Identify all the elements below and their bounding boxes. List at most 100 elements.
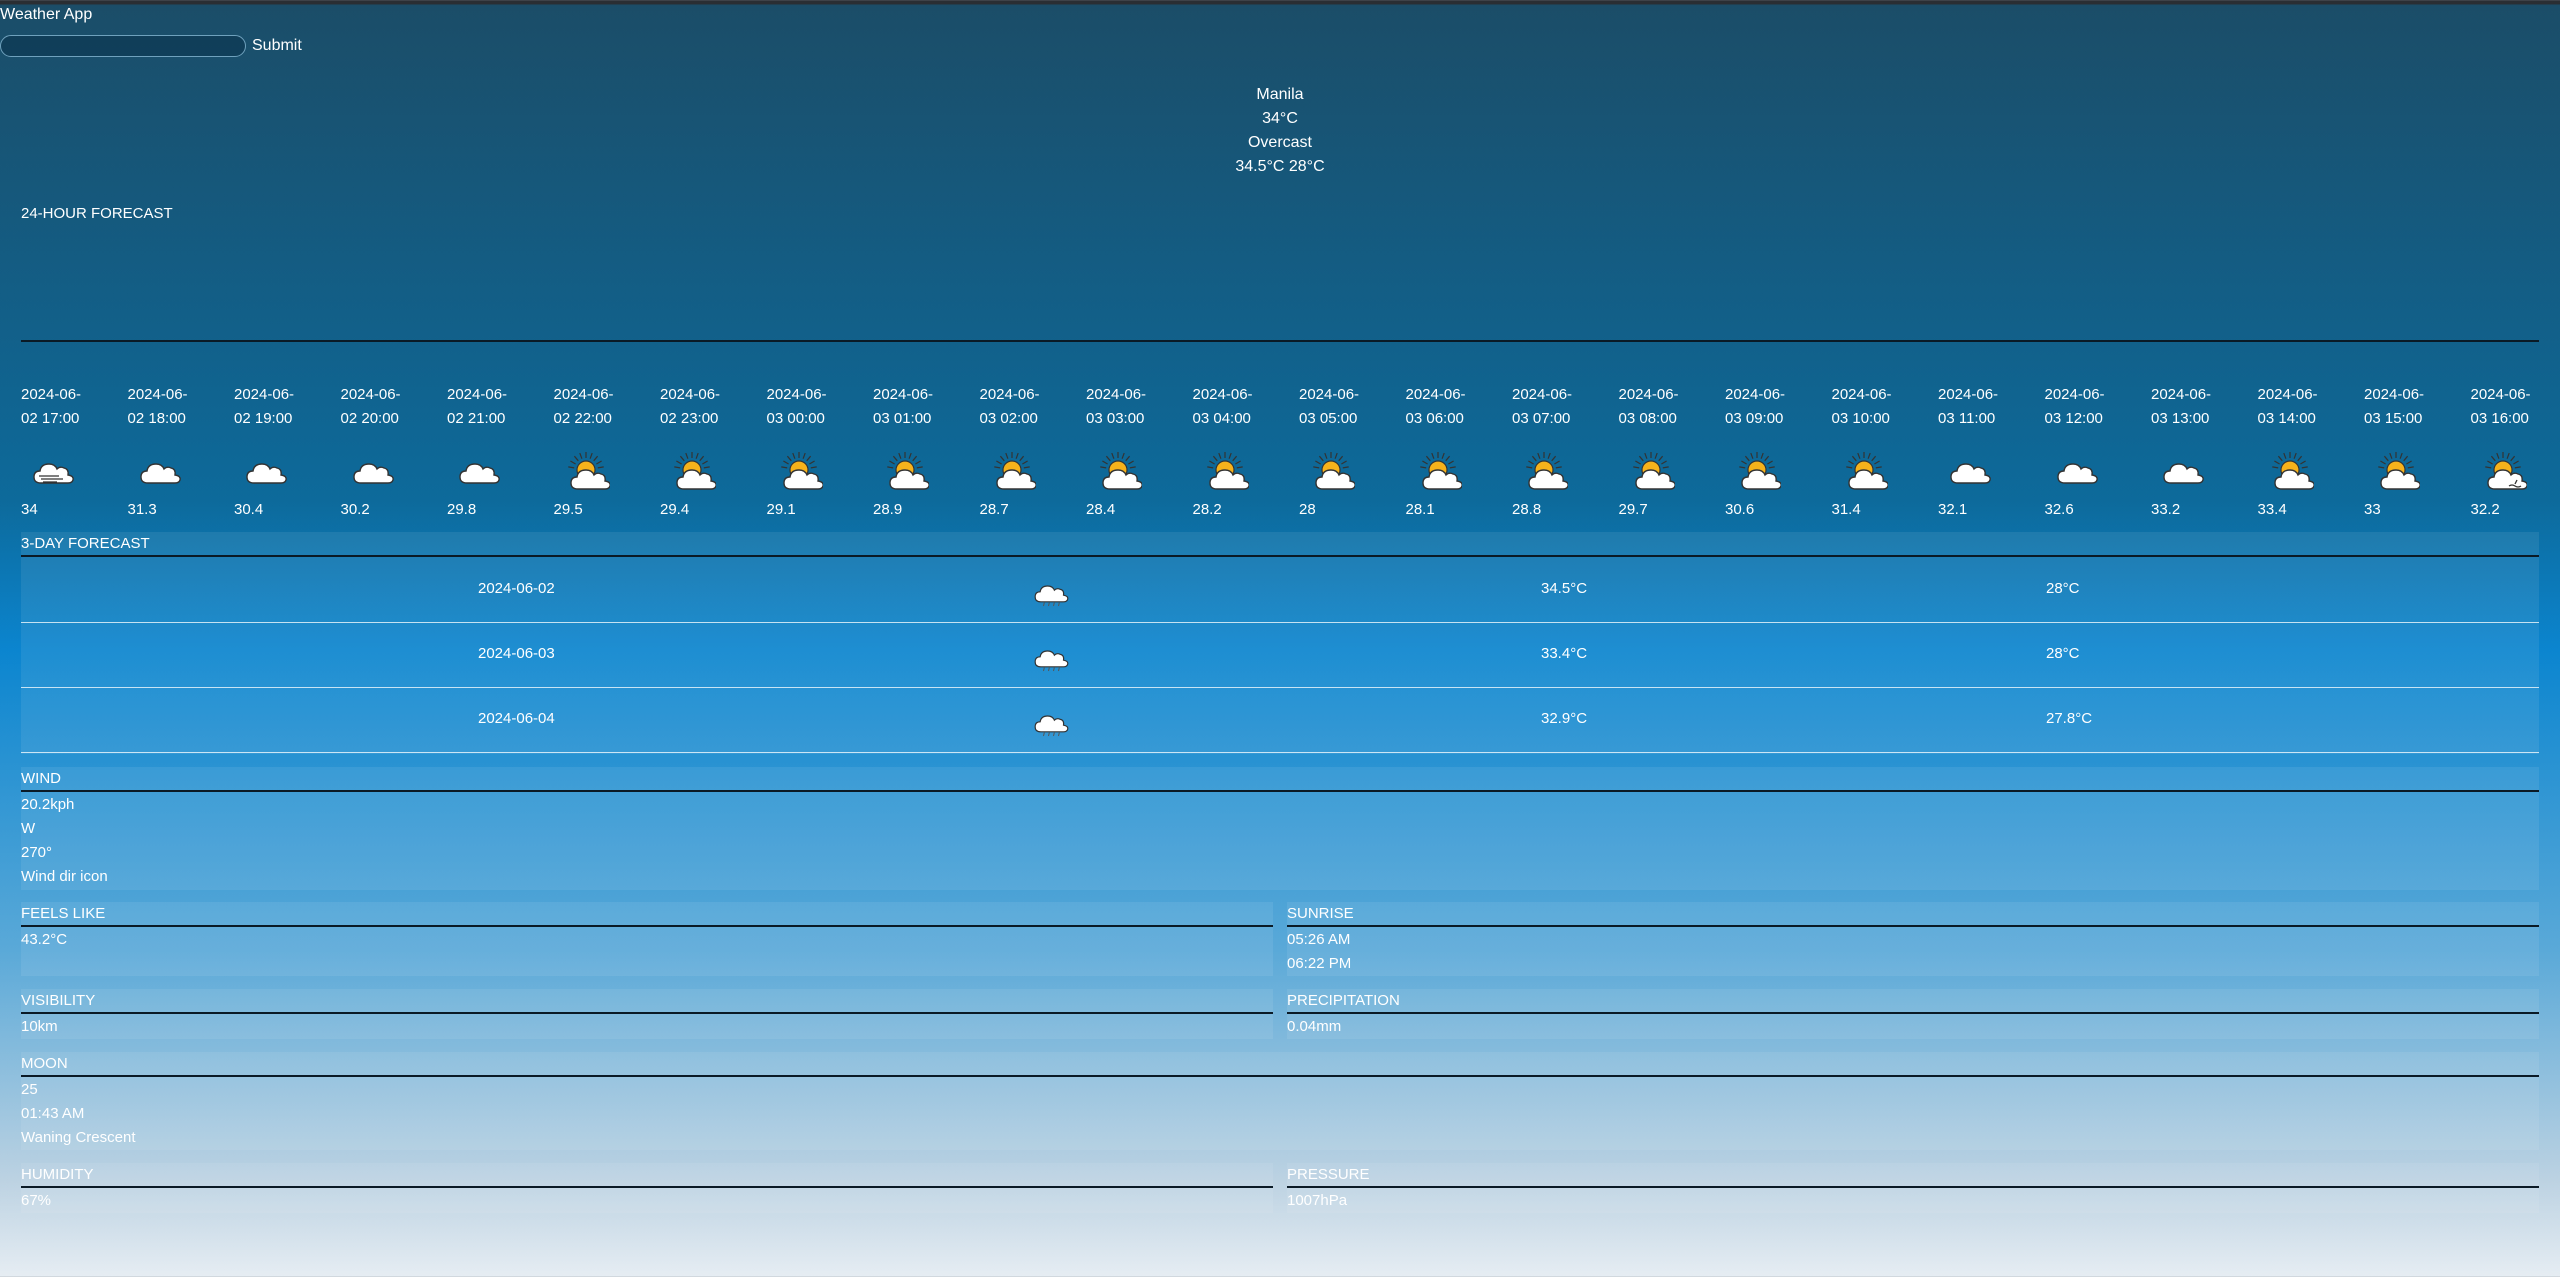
hour-temp: 33 [2364,501,2381,518]
feels-like-value: 43.2°C [21,931,68,948]
partly-cloudy-icon [1627,450,1676,490]
hour-date: 2024-06- [234,386,295,403]
divider [21,1075,2539,1077]
hourly-item: 2024-06- 03 10:00 31.4 [1831,383,1922,518]
feels-like-title: FEELS LIKE [21,905,106,922]
partly-cloudy-icon [881,450,930,490]
hourly-item: 2024-06- 03 08:00 29.7 [1619,383,1709,518]
daily-row: 2024-06-02 34.5°C 28°C [21,558,2539,623]
hourly-item: 2024-06- 03 15:00 33 [2364,383,2454,518]
hour-time: 02 21:00 [447,410,506,427]
partly-cloudy-icon [1307,450,1356,490]
wind-speed: 20.2kph [21,796,75,813]
hour-temp: 31.3 [127,501,157,518]
hour-temp: 28.4 [1086,501,1116,518]
hour-temp: 33.4 [2257,501,2287,518]
pressure-title: PRESSURE [1287,1166,1370,1183]
hour-date: 2024-06- [447,386,508,403]
hourly-item: 2024-06- 03 12:00 32.6 [2044,383,2135,518]
cloud-icon [2053,450,2101,490]
hour-date: 2024-06- [1512,386,1573,403]
hour-date: 2024-06- [127,386,188,403]
rain-cloud-icon [1031,704,1071,737]
wind-degree: 270° [21,844,53,861]
hour-temp: 28.8 [1512,501,1542,518]
hour-time: 03 03:00 [1086,410,1145,427]
hour-date: 2024-06- [2044,386,2105,403]
hour-time: 03 02:00 [979,410,1038,427]
day-date: 2024-06-04 [478,710,555,727]
hour-date: 2024-06- [1725,386,1786,403]
partly-cloudy-icon [1733,450,1782,490]
partly-cloudy-icon [562,450,611,490]
day-max-temp: 34.5°C [1541,580,1588,597]
hour-time: 03 15:00 [2364,410,2423,427]
partly-cloudy-icon [775,450,824,490]
hour-time: 03 06:00 [1405,410,1464,427]
hour-date: 2024-06- [2364,386,2425,403]
hour-temp: 30.2 [340,501,370,518]
daily-row: 2024-06-03 33.4°C 28°C [21,623,2539,688]
hour-date: 2024-06- [660,386,721,403]
hourly-item: 2024-06- 03 16:00 32.2 [2470,383,2560,518]
hourly-item: 2024-06- 03 00:00 29.1 [766,383,857,518]
hourly-forecast-section: 24-HOUR FORECAST 2024-06- 02 17:00 34 2024-… [21,205,2539,523]
cloud-icon [1946,450,1994,490]
hourly-item: 2024-06- 03 05:00 28 [1299,383,1389,518]
divider [21,1186,1273,1188]
partly-cloudy-icon [1201,450,1250,490]
hour-date: 2024-06- [340,386,401,403]
hour-temp: 30.4 [234,501,264,518]
precipitation-card: PRECIPITATION 0.04mm [1287,989,2539,1039]
hour-date: 2024-06- [21,386,82,403]
hourly-item: 2024-06- 03 03:00 28.4 [1086,383,1176,518]
hour-date: 2024-06- [2470,386,2531,403]
day-date: 2024-06-02 [478,580,555,597]
moonrise-time: 01:43 AM [21,1105,85,1122]
cloud-icon [136,450,184,490]
partly-cloudy-icon [1520,450,1569,490]
daily-forecast-section: 3-DAY FORECAST 2024-06-02 34.5°C 28°C 2024-… [21,532,2539,754]
sunrise-card: SUNRISE 05:26 AM 06:22 PM [1287,902,2539,976]
moon-illumination: 25 [21,1081,38,1098]
hour-date: 2024-06- [1405,386,1466,403]
day-date: 2024-06-03 [478,645,555,662]
hour-time: 02 23:00 [660,410,719,427]
pressure-value: 1007hPa [1287,1192,1348,1209]
day-max-temp: 33.4°C [1541,645,1588,662]
hourly-item: 2024-06- 02 18:00 31.3 [127,383,218,518]
search-input[interactable] [0,35,246,57]
submit-button[interactable]: Submit [252,37,302,55]
hour-time: 03 05:00 [1299,410,1358,427]
hourly-item: 2024-06- 03 06:00 28.1 [1405,383,1496,518]
divider [1287,1012,2539,1014]
divider [1287,1186,2539,1188]
hour-temp: 33.2 [2151,501,2181,518]
current-temp: 34°C [1262,110,1298,127]
partly-cloudy-icon [2372,450,2421,490]
day-min-temp: 28°C [2046,580,2080,597]
divider [21,555,2539,557]
divider [21,925,1273,927]
hourly-item: 2024-06- 03 04:00 28.2 [1193,383,1283,518]
hourly-item: 2024-06- 03 13:00 33.2 [2151,383,2241,518]
cloud-icon [455,450,503,490]
hour-temp: 29.4 [660,501,690,518]
partly-cloudy-icon [988,450,1037,490]
hour-time: 03 00:00 [766,410,825,427]
visibility-value: 10km [21,1018,58,1035]
hour-time: 02 18:00 [127,410,186,427]
visibility-title: VISIBILITY [21,992,96,1009]
humidity-value: 67% [21,1192,52,1209]
hour-time: 02 19:00 [234,410,293,427]
hour-time: 03 11:00 [1938,410,1996,427]
hour-time: 02 20:00 [340,410,399,427]
hour-time: 03 10:00 [1831,410,1890,427]
hour-temp: 29.5 [553,501,583,518]
city-name: Manila [1256,86,1304,103]
hour-time: 03 09:00 [1725,410,1784,427]
cloud-icon [349,450,397,490]
sun-rain-icon [2479,450,2528,490]
hour-date: 2024-06- [979,386,1040,403]
divider [21,790,2539,792]
